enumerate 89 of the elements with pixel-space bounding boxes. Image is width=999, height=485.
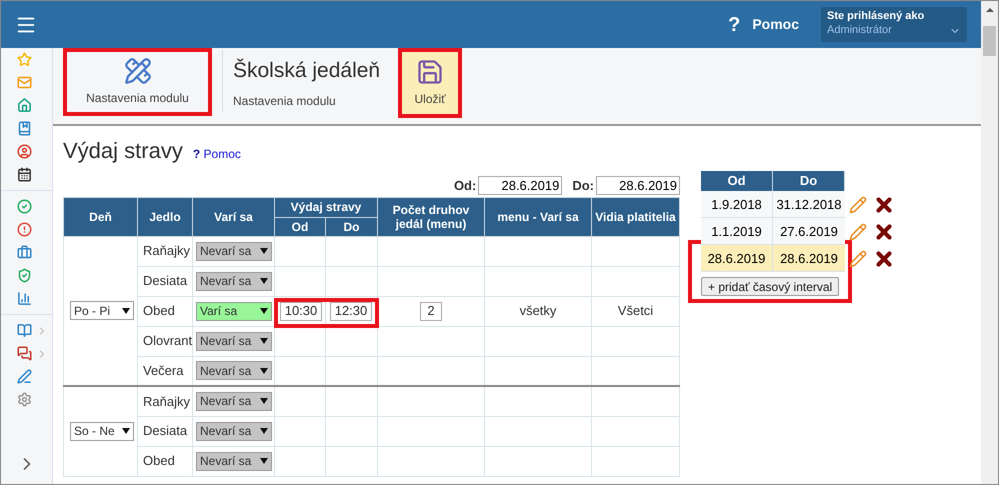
- column-header: Počet druhov jedál (menu): [378, 197, 484, 236]
- caret-icon: [122, 308, 130, 314]
- cooking-select[interactable]: Nevarí sa: [196, 392, 272, 411]
- user-menu[interactable]: Ste prihlásený ako Administrátor: [821, 7, 967, 42]
- bar-chart-icon[interactable]: [17, 291, 32, 306]
- caret-icon: [260, 398, 268, 404]
- scrollbar[interactable]: [981, 1, 998, 484]
- cooking-select[interactable]: Nevarí sa: [196, 361, 272, 380]
- column-header: Varí sa: [192, 197, 274, 236]
- edit-icon[interactable]: [849, 196, 867, 214]
- table-cell: 1.1.2019: [701, 218, 773, 244]
- pencil-ruler-icon: [124, 57, 152, 85]
- shield-icon[interactable]: [17, 268, 32, 283]
- help-link[interactable]: ? Pomoc: [192, 145, 241, 163]
- mail-icon[interactable]: [17, 75, 32, 90]
- cooking-select[interactable]: Nevarí sa: [196, 452, 272, 470]
- column-header: Do: [326, 217, 378, 236]
- menu-count-field[interactable]: 2: [420, 302, 442, 320]
- add-interval-button[interactable]: + pridať časový interval: [701, 277, 840, 296]
- interval-row[interactable]: 1.1.2019 27.6.2019: [701, 218, 845, 245]
- table-cell-text: 28.6.2019: [779, 250, 839, 268]
- calendar-icon[interactable]: [17, 167, 32, 182]
- floppy-icon: [416, 58, 444, 86]
- to-date-field[interactable]: 28.6.2019: [596, 176, 680, 196]
- cooking-select[interactable]: Nevarí sa: [196, 422, 272, 440]
- help-link[interactable]: Pomoc: [752, 14, 799, 35]
- star-icon[interactable]: [17, 52, 32, 67]
- meal-name: Raňajky: [138, 236, 192, 266]
- payers-cell-text: Všetci: [618, 303, 654, 318]
- scrollbar-thumb[interactable]: [983, 26, 996, 56]
- settings-button[interactable]: Nastavenia modulu: [63, 48, 212, 116]
- column-header: Jedlo: [138, 197, 192, 236]
- table-cell-text: 27.6.2019: [779, 223, 839, 241]
- book-open-icon[interactable]: [17, 323, 32, 338]
- table-cell: 1.9.2018: [701, 191, 773, 217]
- column-header: Od: [274, 217, 326, 236]
- edit-icon[interactable]: [849, 222, 867, 240]
- column-header: menu - Varí sa: [484, 197, 592, 236]
- table-cell-text: 31.12.2018: [775, 196, 843, 214]
- pen-icon[interactable]: [17, 369, 32, 384]
- alert-circle-icon[interactable]: [17, 222, 32, 237]
- chat-icon[interactable]: [17, 346, 32, 361]
- meal-name: Olovrant: [138, 326, 192, 356]
- cooking-select[interactable]: Nevarí sa: [196, 242, 272, 260]
- book-icon[interactable]: [17, 121, 32, 136]
- edit-icon[interactable]: [849, 250, 867, 268]
- cooking-select[interactable]: Nevarí sa: [196, 332, 272, 350]
- meal-name: Desiata: [138, 416, 192, 446]
- module-subtitle: Nastavenia modulu: [233, 93, 337, 110]
- caret-icon: [260, 278, 268, 284]
- module-title: Školská jedáleň: [233, 58, 380, 84]
- from-label: Od:: [454, 177, 476, 195]
- column-header: Vidia platitelia: [592, 197, 680, 236]
- cooking-select[interactable]: Varí sa: [196, 302, 272, 320]
- interval-row[interactable]: 28.6.2019 28.6.2019: [701, 245, 845, 272]
- caret-icon: [260, 248, 268, 254]
- column-header: Od: [701, 171, 773, 191]
- settings-icon[interactable]: [17, 392, 32, 407]
- check-circle-icon[interactable]: [17, 199, 32, 214]
- briefcase-icon[interactable]: [17, 245, 32, 260]
- caret-icon: [260, 308, 268, 314]
- table-cell: 28.6.2019: [701, 245, 773, 271]
- user-icon[interactable]: [17, 144, 32, 159]
- caret-icon: [260, 428, 268, 434]
- menu-cell-text: všetky: [520, 303, 556, 318]
- caret-icon: [122, 428, 130, 434]
- interval-row[interactable]: 1.9.2018 31.12.2018: [701, 191, 845, 218]
- caret-icon: [260, 368, 268, 374]
- time-to-field[interactable]: 12:30: [330, 302, 372, 320]
- scroll-up-icon[interactable]: [986, 8, 994, 12]
- save-button[interactable]: Uložiť: [398, 48, 462, 118]
- help-icon[interactable]: ?: [728, 10, 740, 40]
- page-title: Výdaj stravy: [63, 137, 183, 165]
- caret-icon: [260, 338, 268, 344]
- from-date-field[interactable]: 28.6.2019: [478, 176, 562, 196]
- caret-icon: [260, 458, 268, 464]
- meal-name: Desiata: [138, 266, 192, 296]
- meal-name: Raňajky: [138, 386, 192, 416]
- day-select[interactable]: Po - Pi: [70, 301, 134, 320]
- meal-name: Obed: [138, 296, 192, 326]
- meal-name: Obed: [138, 446, 192, 476]
- column-header: Výdaj stravy: [274, 197, 378, 217]
- home-icon[interactable]: [17, 98, 32, 113]
- cooking-select[interactable]: Nevarí sa: [196, 272, 272, 290]
- to-label: Do:: [572, 177, 594, 195]
- column-header: Do: [773, 171, 845, 191]
- column-header: Deň: [64, 197, 138, 236]
- day-select[interactable]: So - Ne: [70, 422, 134, 441]
- time-from-field[interactable]: 10:30: [280, 302, 322, 320]
